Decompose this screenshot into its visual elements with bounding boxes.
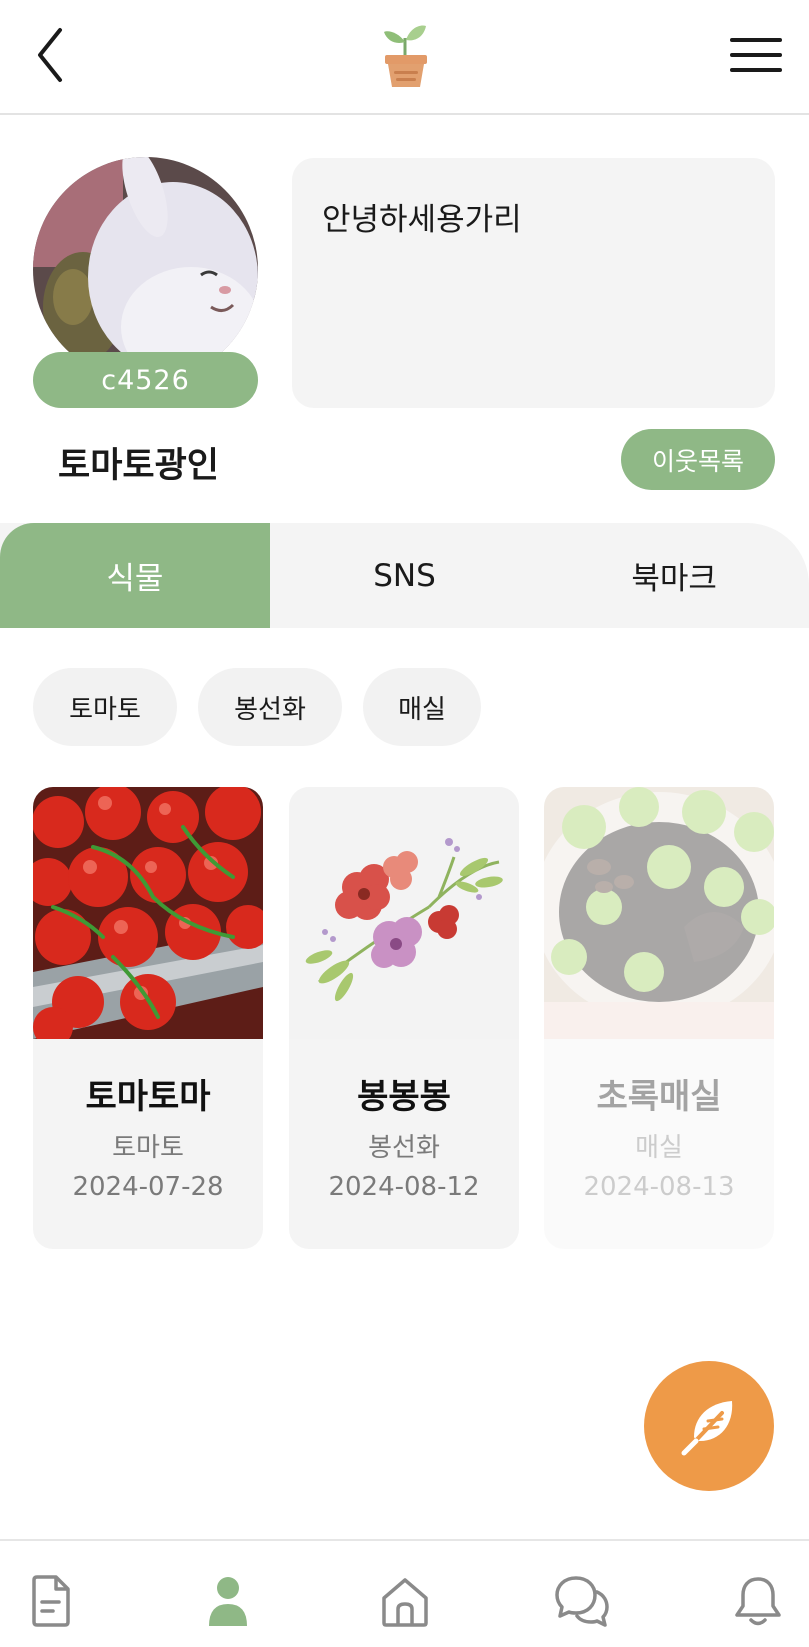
nav-notifications[interactable]: [728, 1571, 788, 1631]
tab-plants[interactable]: 식물: [0, 523, 270, 628]
plant-date: 2024-07-28: [72, 1172, 224, 1202]
document-icon: [32, 1575, 70, 1627]
nav-home[interactable]: [375, 1571, 435, 1631]
back-button[interactable]: [30, 22, 80, 92]
plant-name: 봉봉봉: [357, 1077, 451, 1117]
sprout-pot-logo: [378, 20, 434, 90]
nav-documents[interactable]: [21, 1571, 81, 1631]
user-name: 토마토광인: [58, 446, 220, 486]
nav-chat[interactable]: [552, 1571, 612, 1631]
filter-chip-tomato[interactable]: 토마토: [33, 668, 177, 746]
tab-bookmarks[interactable]: 북마크: [539, 523, 809, 628]
plant-species: 토마토: [112, 1133, 184, 1163]
nav-profile[interactable]: [198, 1571, 258, 1631]
chevron-left-icon: [38, 28, 62, 82]
bottom-nav: [0, 1539, 809, 1647]
user-code-badge: c4526: [33, 352, 258, 408]
tomatoes-photo: [33, 787, 263, 1039]
green-plum-photo: [544, 787, 774, 1039]
plant-card[interactable]: 초록매실 매실 2024-08-13: [544, 787, 774, 1249]
tab-sns[interactable]: SNS: [270, 523, 540, 628]
flower-bouquet-photo: [289, 787, 519, 1039]
menu-button[interactable]: [728, 30, 784, 80]
profile-icon: [209, 1577, 247, 1626]
plant-card[interactable]: 토마토마 토마토 2024-07-28: [33, 787, 263, 1249]
chat-bubbles-icon: [555, 1576, 609, 1627]
plant-name: 초록매실: [596, 1077, 722, 1117]
feather-icon: [681, 1401, 733, 1456]
filter-chip-plum[interactable]: 매실: [363, 668, 481, 746]
bio-box: 안녕하세용가리: [292, 158, 775, 408]
profile-screen: c4526 안녕하세용가리 토마토광인 이웃목록 식물 SNS 북마크 토마토 …: [0, 0, 809, 1647]
plant-species: 매실: [635, 1133, 683, 1163]
plant-date: 2024-08-12: [328, 1172, 480, 1202]
top-bar: [0, 0, 809, 115]
avatar[interactable]: [33, 157, 258, 382]
plant-card[interactable]: 봉봉봉 봉선화 2024-08-12: [289, 787, 519, 1249]
plant-species: 봉선화: [368, 1133, 440, 1163]
home-icon: [382, 1578, 428, 1627]
hamburger-menu-icon: [730, 38, 782, 72]
plant-date: 2024-08-13: [583, 1172, 735, 1202]
plant-name: 토마토마: [85, 1077, 211, 1117]
bio-text: 안녕하세용가리: [322, 202, 522, 238]
profile-tabs: 식물 SNS 북마크: [0, 523, 809, 628]
write-post-button[interactable]: [644, 1361, 774, 1491]
filter-chip-balsam[interactable]: 봉선화: [198, 668, 342, 746]
neighbors-button[interactable]: 이웃목록: [621, 429, 775, 490]
bell-icon: [735, 1577, 781, 1626]
